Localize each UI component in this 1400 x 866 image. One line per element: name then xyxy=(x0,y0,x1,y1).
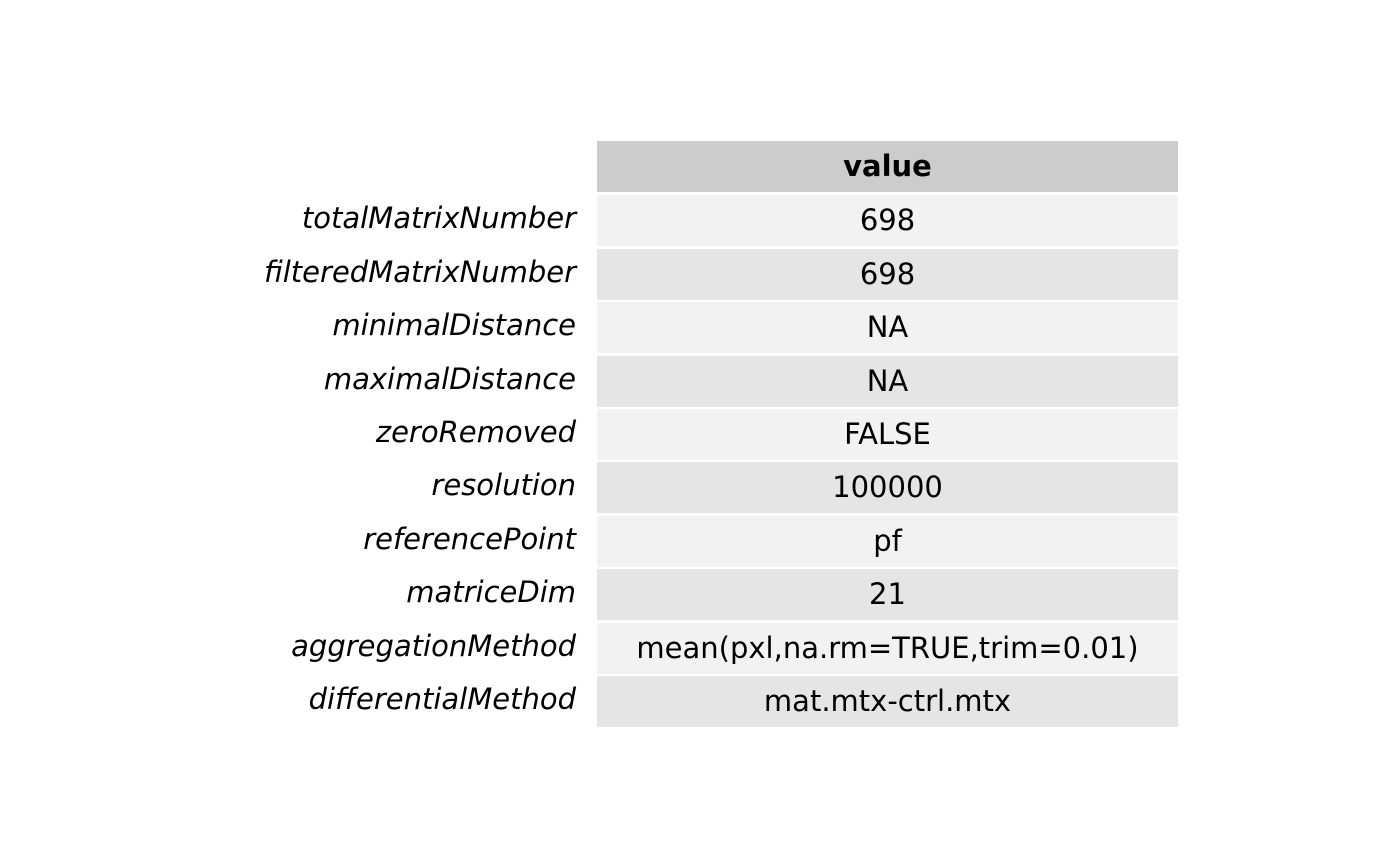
value-cell: pf xyxy=(597,515,1178,567)
table-row: filteredMatrixNumber 698 xyxy=(0,247,1400,300)
row-label: matriceDim xyxy=(406,575,576,610)
table-row: zeroRemoved FALSE xyxy=(0,407,1400,460)
row-label: filteredMatrixNumber xyxy=(264,254,576,289)
value-cell: FALSE xyxy=(597,408,1178,460)
row-label: resolution xyxy=(431,468,576,503)
table-row: minimalDistance NA xyxy=(0,300,1400,354)
table-row: totalMatrixNumber 698 xyxy=(0,193,1400,247)
column-header-value: value xyxy=(597,141,1178,192)
table-row: maximalDistance NA xyxy=(0,354,1400,407)
row-label: referencePoint xyxy=(363,521,576,556)
value-cell: 100000 xyxy=(597,462,1178,514)
table-row: matriceDim 21 xyxy=(0,567,1400,621)
table-row: resolution 100000 xyxy=(0,460,1400,514)
value-cell: NA xyxy=(597,355,1178,407)
value-cell: 21 xyxy=(597,569,1178,621)
value-cell: mat.mtx-ctrl.mtx xyxy=(597,675,1178,727)
row-label: zeroRemoved xyxy=(375,414,576,449)
row-label: aggregationMethod xyxy=(291,628,576,663)
row-label: differentialMethod xyxy=(308,681,576,716)
table-header-row: value xyxy=(0,140,1400,193)
value-cell: 698 xyxy=(597,195,1178,247)
table-row: aggregationMethod mean(pxl,na.rm=TRUE,tr… xyxy=(0,621,1400,674)
parameter-table: value totalMatrixNumber 698 filteredMatr… xyxy=(0,140,1400,727)
value-cell: 698 xyxy=(597,248,1178,300)
row-label: totalMatrixNumber xyxy=(301,201,576,236)
value-cell: mean(pxl,na.rm=TRUE,trim=0.01) xyxy=(597,622,1178,674)
table-row: referencePoint pf xyxy=(0,514,1400,567)
table-row: differentialMethod mat.mtx-ctrl.mtx xyxy=(0,674,1400,727)
value-cell: NA xyxy=(597,302,1178,354)
row-label: maximalDistance xyxy=(323,361,576,396)
row-label: minimalDistance xyxy=(332,308,576,343)
